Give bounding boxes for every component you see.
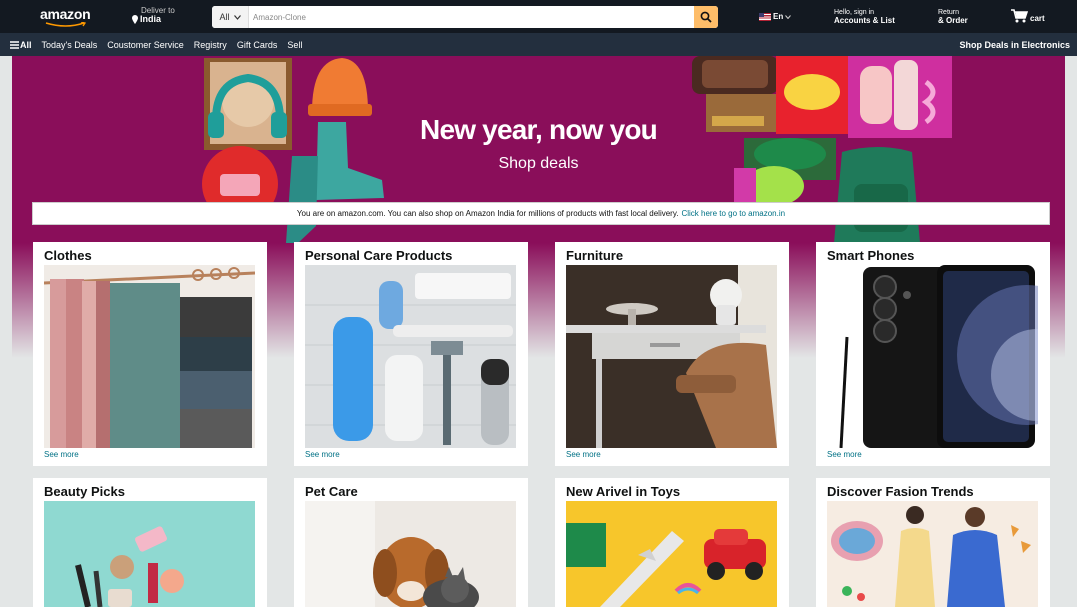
card-title: Personal Care Products	[305, 248, 453, 263]
card-title: New Arivel in Toys	[566, 484, 681, 499]
card-title: Clothes	[44, 248, 92, 263]
card-image-fashion-trends[interactable]	[827, 501, 1038, 607]
card-title: Pet Care	[305, 484, 358, 499]
go-to-amazon-in-link[interactable]: Click here to go to amazon.in	[681, 209, 785, 218]
chevron-down-icon	[785, 14, 792, 19]
hamburger-icon	[10, 40, 19, 49]
returns-orders[interactable]: Return & Order	[938, 9, 968, 26]
nav-gift-cards[interactable]: Gift Cards	[232, 40, 283, 50]
logo-text: amazon	[40, 6, 91, 22]
card-image-pet-care[interactable]	[305, 501, 516, 607]
locale-notice-text: You are on amazon.com. You can also shop…	[296, 209, 679, 218]
search-button[interactable]	[694, 6, 718, 28]
amazon-logo[interactable]: amazon	[40, 6, 92, 28]
nav-sell[interactable]: Sell	[282, 40, 307, 50]
account-lists-label: Accounts & List	[834, 16, 895, 25]
see-more-link[interactable]: See more	[305, 450, 517, 459]
see-more-link[interactable]: See more	[44, 450, 256, 459]
category-card-furniture[interactable]: Furniture See more	[555, 242, 789, 466]
see-more-link[interactable]: See more	[827, 450, 1039, 459]
search-input[interactable]	[249, 6, 694, 28]
category-card-toys[interactable]: New Arivel in Toys	[555, 478, 789, 607]
card-title: Beauty Picks	[44, 484, 125, 499]
nav-registry[interactable]: Registry	[189, 40, 232, 50]
secondary-navbar: All Today's Deals Coustomer Service Regi…	[0, 33, 1077, 56]
see-more-link[interactable]: See more	[566, 450, 778, 459]
nav-todays-deals[interactable]: Today's Deals	[37, 40, 103, 50]
nav-shop-deals-electronics[interactable]: Shop Deals in Electronics	[959, 40, 1070, 50]
card-title: Furniture	[566, 248, 624, 263]
category-card-personal-care[interactable]: Personal Care Products See more	[294, 242, 528, 466]
cart-button[interactable]: cart	[1011, 9, 1045, 23]
card-image-beauty-picks[interactable]	[44, 501, 255, 607]
search-category-label: All	[219, 12, 230, 22]
nav-customer-service[interactable]: Coustomer Service	[102, 40, 189, 50]
card-image-smart-phones[interactable]	[827, 265, 1038, 448]
top-navbar: amazon Deliver to India All En Hello, si…	[0, 0, 1077, 33]
account-menu[interactable]: Hello, sign in Accounts & List	[834, 9, 895, 26]
all-menu-button[interactable]: All	[0, 40, 37, 50]
category-card-fashion-trends[interactable]: Discover Fasion Trends	[816, 478, 1050, 607]
language-label: En	[773, 12, 784, 21]
deliver-to-location: India	[140, 14, 162, 24]
card-title: Smart Phones	[827, 248, 915, 263]
search-icon	[700, 11, 712, 23]
card-image-clothes[interactable]	[44, 265, 255, 448]
card-image-toys[interactable]	[566, 501, 777, 607]
deliver-to[interactable]: Deliver to India	[132, 6, 175, 24]
all-label: All	[20, 39, 32, 50]
search-category-select[interactable]: All	[212, 6, 249, 28]
category-card-clothes[interactable]: Clothes See more	[33, 242, 267, 466]
search-bar: All	[212, 6, 718, 28]
category-card-beauty-picks[interactable]: Beauty Picks	[33, 478, 267, 607]
hero-title: New year, now you	[420, 114, 658, 145]
orders-label: & Order	[938, 16, 968, 25]
card-title: Discover Fasion Trends	[827, 484, 974, 499]
smile-arrow-icon	[45, 22, 87, 27]
category-card-smart-phones[interactable]: Smart Phones See more	[816, 242, 1050, 466]
cart-label: cart	[1030, 14, 1045, 23]
hero-subtitle: Shop deals	[498, 155, 579, 172]
chevron-down-icon	[233, 14, 241, 20]
card-image-furniture[interactable]	[566, 265, 777, 448]
us-flag-icon	[759, 12, 771, 21]
locale-notice: You are on amazon.com. You can also shop…	[32, 202, 1050, 225]
cart-icon	[1011, 9, 1028, 23]
location-pin-icon	[132, 15, 138, 24]
language-selector[interactable]: En	[759, 12, 792, 21]
category-card-pet-care[interactable]: Pet Care	[294, 478, 528, 607]
card-image-personal-care[interactable]	[305, 265, 516, 448]
